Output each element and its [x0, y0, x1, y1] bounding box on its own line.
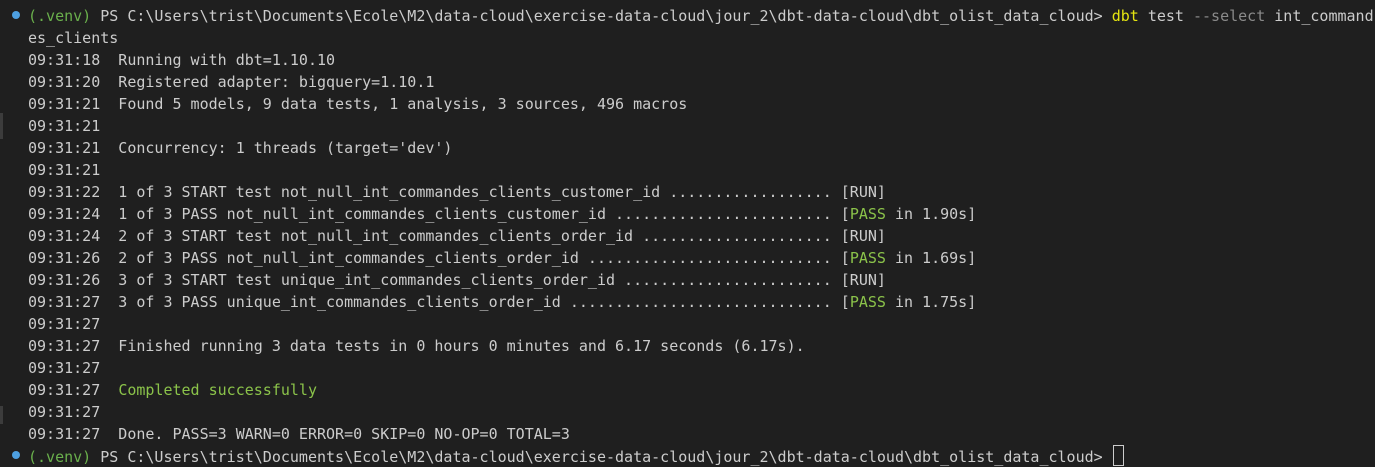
log-message: Running with dbt=1.10.10 — [100, 51, 336, 69]
log-message: Concurrency: 1 threads (target='dev') — [100, 139, 453, 157]
log-timestamp: 09:31:24 — [28, 205, 101, 223]
log-message: 1 of 3 START test not_null_int_commandes… — [100, 183, 886, 201]
log-message: 1 of 3 PASS not_null_int_commandes_clien… — [100, 205, 850, 223]
pass-duration: in 1.90s] — [885, 205, 977, 223]
venv-label: (.venv) — [28, 448, 92, 466]
log-message: 3 of 3 START test unique_int_commandes_c… — [100, 271, 886, 289]
log-message: Finished running 3 data tests in 0 hours… — [100, 337, 805, 355]
command-name: dbt — [1111, 7, 1139, 25]
pass-status: PASS — [849, 249, 886, 267]
log-message — [100, 381, 118, 399]
prompt-line-wrap: es_clients — [28, 27, 1373, 49]
log-line: 09:31:27 Done. PASS=3 WARN=0 ERROR=0 SKI… — [28, 423, 1373, 445]
log-timestamp: 09:31:27 — [28, 359, 101, 377]
log-timestamp: 09:31:21 — [28, 117, 101, 135]
pass-status: PASS — [849, 205, 886, 223]
log-message: 2 of 3 PASS not_null_int_commandes_clien… — [100, 249, 850, 267]
log-line: 09:31:27 3 of 3 PASS unique_int_commande… — [28, 291, 1373, 313]
log-timestamp: 09:31:27 — [28, 425, 101, 443]
log-line: 09:31:24 2 of 3 START test not_null_int_… — [28, 225, 1373, 247]
log-message: 3 of 3 PASS unique_int_commandes_clients… — [100, 293, 850, 311]
log-timestamp: 09:31:18 — [28, 51, 101, 69]
command-arg-wrap: es_clients — [28, 29, 119, 47]
venv-label: (.venv) — [28, 7, 92, 25]
prompt-input[interactable] — [1103, 448, 1112, 466]
text-cursor — [1112, 445, 1124, 466]
log-timestamp: 09:31:24 — [28, 227, 101, 245]
command-arg: int_command — [1265, 7, 1373, 25]
command-decoration-icon[interactable] — [12, 451, 20, 459]
log-line: 09:31:22 1 of 3 START test not_null_int_… — [28, 181, 1373, 203]
log-message: Found 5 models, 9 data tests, 1 analysis… — [100, 95, 688, 113]
log-line: 09:31:27 — [28, 357, 1373, 379]
log-timestamp: 09:31:27 — [28, 293, 101, 311]
pass-duration: in 1.75s] — [885, 293, 977, 311]
log-timestamp: 09:31:26 — [28, 249, 101, 267]
prompt-line[interactable]: (.venv) PS C:\Users\trist\Documents\Ecol… — [28, 445, 1373, 467]
prompt-line: (.venv) PS C:\Users\trist\Documents\Ecol… — [28, 5, 1373, 27]
log-line: 09:31:20 Registered adapter: bigquery=1.… — [28, 71, 1373, 93]
ps-label: PS — [91, 448, 128, 466]
log-line: 09:31:27 — [28, 313, 1373, 335]
log-timestamp: 09:31:21 — [28, 139, 101, 157]
log-line: 09:31:24 1 of 3 PASS not_null_int_comman… — [28, 203, 1373, 225]
prompt-path: C:\Users\trist\Documents\Ecole\M2\data-c… — [127, 7, 1103, 25]
log-message: Done. PASS=3 WARN=0 ERROR=0 SKIP=0 NO-OP… — [100, 425, 570, 443]
log-timestamp: 09:31:27 — [28, 315, 101, 333]
log-line: 09:31:21 Concurrency: 1 threads (target=… — [28, 137, 1373, 159]
log-timestamp: 09:31:22 — [28, 183, 101, 201]
log-message: 2 of 3 START test not_null_int_commandes… — [100, 227, 886, 245]
log-line: 09:31:27 Finished running 3 data tests i… — [28, 335, 1373, 357]
scroll-marker — [0, 113, 3, 139]
log-timestamp: 09:31:20 — [28, 73, 101, 91]
command-flag: --select — [1183, 7, 1266, 25]
log-line: 09:31:27 Completed successfully — [28, 379, 1373, 401]
log-line: 09:31:27 — [28, 401, 1373, 423]
log-line: 09:31:26 3 of 3 START test unique_int_co… — [28, 269, 1373, 291]
prompt-path: C:\Users\trist\Documents\Ecole\M2\data-c… — [127, 448, 1103, 466]
command-arg: test — [1138, 7, 1184, 25]
ps-label: PS — [91, 7, 128, 25]
log-line: 09:31:18 Running with dbt=1.10.10 — [28, 49, 1373, 71]
log-line: 09:31:21 — [28, 159, 1373, 181]
log-line: 09:31:21 — [28, 115, 1373, 137]
log-timestamp: 09:31:27 — [28, 337, 101, 355]
log-line: 09:31:21 Found 5 models, 9 data tests, 1… — [28, 93, 1373, 115]
log-timestamp: 09:31:21 — [28, 161, 101, 179]
terminal-panel[interactable]: (.venv) PS C:\Users\trist\Documents\Ecol… — [0, 3, 1375, 467]
log-timestamp: 09:31:21 — [28, 95, 101, 113]
log-line: 09:31:26 2 of 3 PASS not_null_int_comman… — [28, 247, 1373, 269]
log-message: Registered adapter: bigquery=1.10.1 — [100, 73, 435, 91]
log-timestamp: 09:31:27 — [28, 381, 101, 399]
command-decoration-icon[interactable] — [12, 11, 20, 19]
success-message: Completed successfully — [118, 381, 317, 399]
log-timestamp: 09:31:27 — [28, 403, 101, 421]
pass-duration: in 1.69s] — [885, 249, 977, 267]
scroll-marker — [0, 406, 3, 424]
pass-status: PASS — [849, 293, 886, 311]
log-timestamp: 09:31:26 — [28, 271, 101, 289]
